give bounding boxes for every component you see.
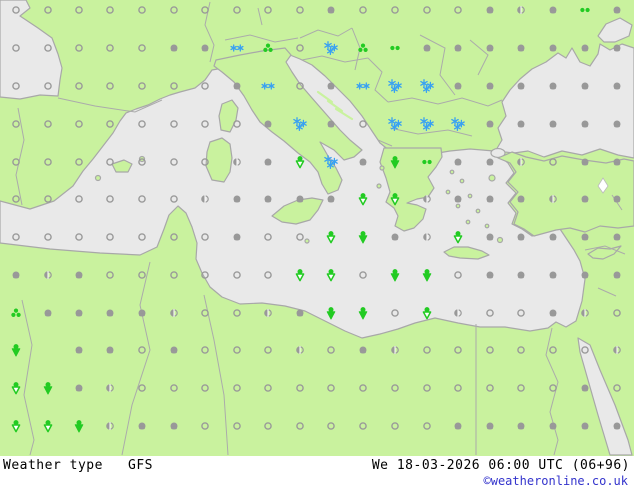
aegean-island <box>484 223 490 229</box>
weather-symbol-c: cloudy (filled gray) <box>201 44 209 52</box>
weather-symbol-c: cloudy (filled gray) <box>391 233 399 241</box>
island-ibiza <box>94 174 102 182</box>
weather-symbol-c: cloudy (filled gray) <box>106 346 114 354</box>
weather-symbol-c: cloudy (filled gray) <box>454 44 462 52</box>
weather-symbol-c: cloudy (filled gray) <box>486 422 494 430</box>
weather-symbol-c: cloudy (filled gray) <box>12 271 20 279</box>
weather-symbol-c: cloudy (filled gray) <box>613 195 621 203</box>
weather-symbol-c: cloudy (filled gray) <box>296 195 304 203</box>
weather-symbol-c: cloudy (filled gray) <box>486 158 494 166</box>
weather-map: clear (open circle)clear (open circle)cl… <box>0 0 634 456</box>
weather-symbol-c: cloudy (filled gray) <box>75 271 83 279</box>
ionian-island <box>379 165 385 171</box>
weather-symbol-c: cloudy (filled gray) <box>549 120 557 128</box>
weather-symbol-c: cloudy (filled gray) <box>75 309 83 317</box>
weather-symbol-c: cloudy (filled gray) <box>517 233 525 241</box>
weather-symbol-c: cloudy (filled gray) <box>581 44 589 52</box>
weather-symbol-c: cloudy (filled gray) <box>327 195 335 203</box>
weather-symbol-c: cloudy (filled gray) <box>549 271 557 279</box>
weather-symbol-c: cloudy (filled gray) <box>549 422 557 430</box>
weather-symbol-c: cloudy (filled gray) <box>359 346 367 354</box>
weather-symbol-c: cloudy (filled gray) <box>613 422 621 430</box>
weather-symbol-c: cloudy (filled gray) <box>454 422 462 430</box>
footer-datetime-label: We 18-03-2026 06:00 UTC (06+96) <box>371 458 630 473</box>
weather-symbol-c: cloudy (filled gray) <box>138 422 146 430</box>
weather-symbol-c: cloudy (filled gray) <box>549 82 557 90</box>
footer-model-label: GFS <box>128 458 153 473</box>
footer-parameter-label: Weather type <box>3 458 103 473</box>
aegean-island <box>475 208 481 214</box>
weather-symbol-c: cloudy (filled gray) <box>296 309 304 317</box>
weather-symbol-c: cloudy (filled gray) <box>138 309 146 317</box>
weather-symbol-c: cloudy (filled gray) <box>581 158 589 166</box>
weather-symbol-c: cloudy (filled gray) <box>486 195 494 203</box>
weather-symbol-c: cloudy (filled gray) <box>170 422 178 430</box>
weather-map-page: clear (open circle)clear (open circle)cl… <box>0 0 634 490</box>
weather-symbol-c: cloudy (filled gray) <box>581 271 589 279</box>
weather-symbol-c: cloudy (filled gray) <box>613 44 621 52</box>
weather-symbol-c: cloudy (filled gray) <box>486 271 494 279</box>
weather-symbol-c: cloudy (filled gray) <box>581 120 589 128</box>
weather-symbol-c: cloudy (filled gray) <box>517 271 525 279</box>
island-malta <box>304 238 310 244</box>
weather-symbol-c: cloudy (filled gray) <box>517 82 525 90</box>
weather-symbol-c: cloudy (filled gray) <box>170 44 178 52</box>
weather-symbol-c: cloudy (filled gray) <box>454 82 462 90</box>
weather-symbol-c: cloudy (filled gray) <box>327 6 335 14</box>
weather-symbol-c: cloudy (filled gray) <box>581 233 589 241</box>
aegean-island <box>455 203 461 209</box>
weather-symbol-c: cloudy (filled gray) <box>549 233 557 241</box>
weather-symbol-c: cloudy (filled gray) <box>454 158 462 166</box>
weather-symbol-c: cloudy (filled gray) <box>75 346 83 354</box>
weather-symbol-c: cloudy (filled gray) <box>327 120 335 128</box>
weather-symbol-c: cloudy (filled gray) <box>517 195 525 203</box>
weather-symbol-c: cloudy (filled gray) <box>581 195 589 203</box>
weather-symbol-c: cloudy (filled gray) <box>264 195 272 203</box>
aegean-island <box>449 169 455 175</box>
footer-copyright-link[interactable]: ©weatheronline.co.uk <box>484 474 629 488</box>
weather-symbol-c: cloudy (filled gray) <box>613 271 621 279</box>
ionian-island <box>376 183 382 189</box>
weather-symbol-c: cloudy (filled gray) <box>517 422 525 430</box>
weather-symbol-c: cloudy (filled gray) <box>233 82 241 90</box>
weather-symbol-c: cloudy (filled gray) <box>233 195 241 203</box>
island-rhodes <box>496 236 504 244</box>
weather-symbol-c: cloudy (filled gray) <box>486 233 494 241</box>
aegean-island <box>459 178 465 184</box>
weather-symbol-c: cloudy (filled gray) <box>549 44 557 52</box>
weather-symbol-c: cloudy (filled gray) <box>170 346 178 354</box>
weather-symbol-c: cloudy (filled gray) <box>581 422 589 430</box>
aegean-island <box>465 219 471 225</box>
weather-symbol-c: cloudy (filled gray) <box>613 158 621 166</box>
weather-symbol-c: cloudy (filled gray) <box>613 120 621 128</box>
weather-symbol-c: cloudy (filled gray) <box>549 309 557 317</box>
map-footer: Weather type GFS We 18-03-2026 06:00 UTC… <box>0 456 634 490</box>
weather-symbol-c: cloudy (filled gray) <box>486 44 494 52</box>
island-lesbos <box>488 174 496 182</box>
weather-symbol-c: cloudy (filled gray) <box>549 6 557 14</box>
weather-symbol-c: cloudy (filled gray) <box>359 158 367 166</box>
weather-symbol-c: cloudy (filled gray) <box>264 120 272 128</box>
aegean-island <box>467 193 473 199</box>
weather-symbol-c: cloudy (filled gray) <box>581 384 589 392</box>
weather-symbol-c: cloudy (filled gray) <box>613 82 621 90</box>
weather-symbol-c: cloudy (filled gray) <box>517 120 525 128</box>
island-sardinia <box>205 137 233 183</box>
aegean-island <box>445 189 451 195</box>
weather-symbol-c: cloudy (filled gray) <box>486 82 494 90</box>
weather-symbol-c: cloudy (filled gray) <box>327 82 335 90</box>
weather-symbol-c: cloudy (filled gray) <box>264 158 272 166</box>
weather-symbol-c: cloudy (filled gray) <box>454 195 462 203</box>
weather-symbol-c: cloudy (filled gray) <box>233 233 241 241</box>
weather-symbol-c: cloudy (filled gray) <box>517 44 525 52</box>
weather-symbol-c: cloudy (filled gray) <box>613 233 621 241</box>
weather-symbol-c: cloudy (filled gray) <box>486 6 494 14</box>
weather-symbol-c: cloudy (filled gray) <box>613 6 621 14</box>
weather-symbol-c: cloudy (filled gray) <box>423 44 431 52</box>
weather-symbol-c: cloudy (filled gray) <box>486 120 494 128</box>
weather-symbol-c: cloudy (filled gray) <box>75 384 83 392</box>
weather-symbol-c: cloudy (filled gray) <box>44 309 52 317</box>
weather-symbol-c: cloudy (filled gray) <box>581 82 589 90</box>
weather-symbol-c: cloudy (filled gray) <box>106 309 114 317</box>
